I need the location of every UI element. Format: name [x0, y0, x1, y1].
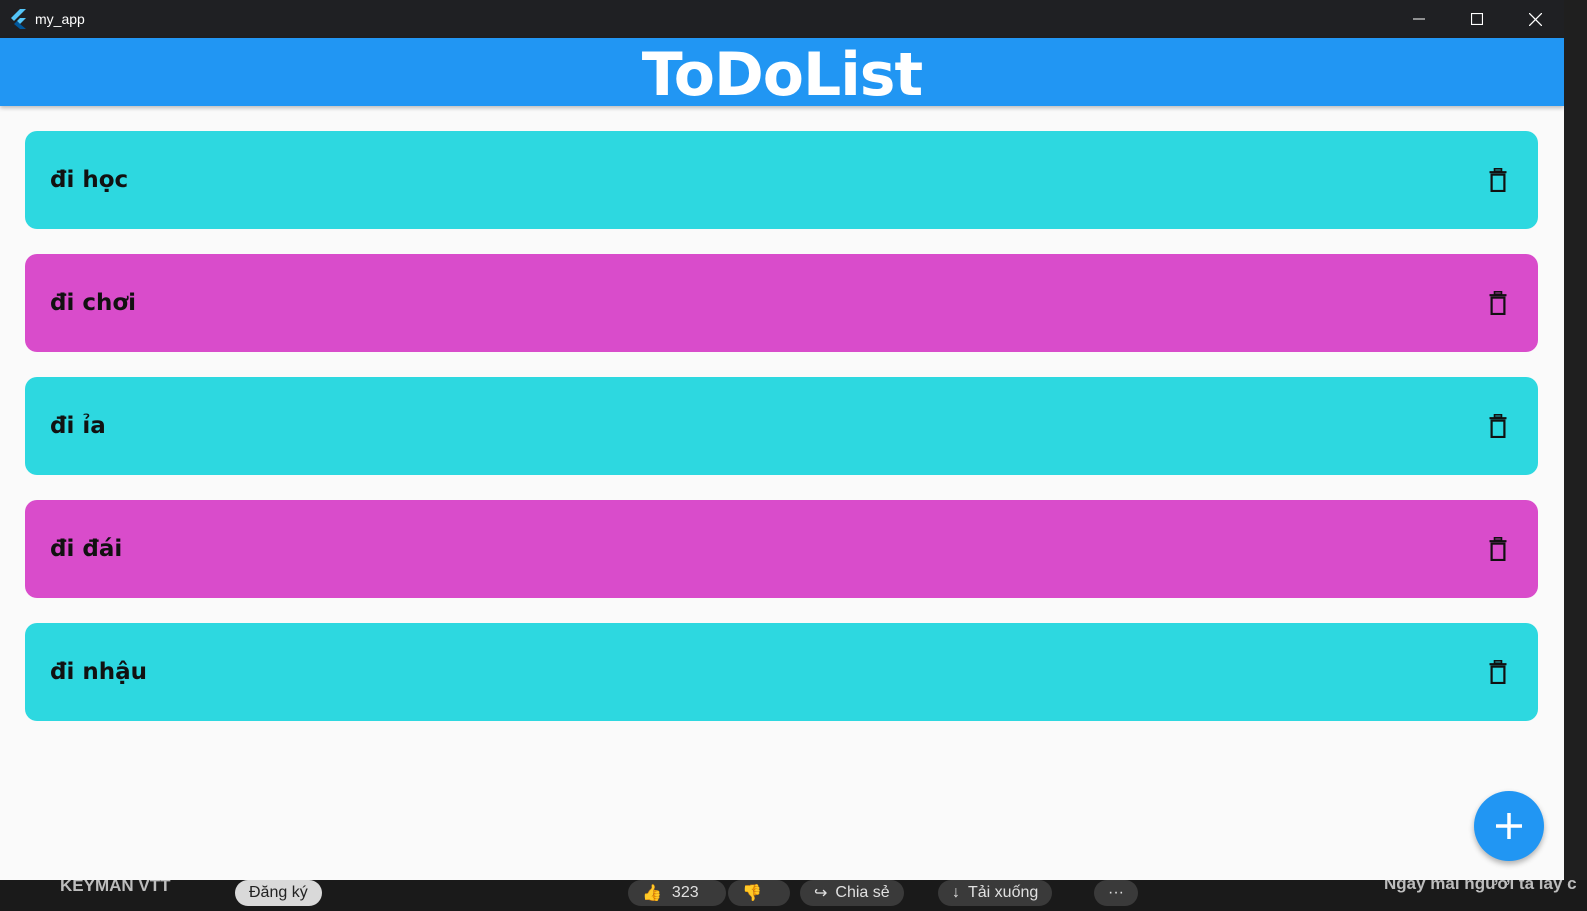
flutter-logo-icon: [9, 8, 31, 30]
add-todo-button[interactable]: [1474, 791, 1544, 861]
background-side-panel: [1564, 0, 1587, 911]
todo-item[interactable]: đi nhậu: [25, 623, 1538, 721]
window-titlebar: my_app: [0, 0, 1564, 38]
window-controls: [1390, 0, 1564, 38]
delete-todo-button[interactable]: [1486, 290, 1510, 316]
todo-text: đi nhậu: [50, 659, 147, 685]
delete-todo-button[interactable]: [1486, 167, 1510, 193]
plus-icon: [1496, 813, 1522, 839]
share-label: Chia sẻ: [835, 884, 890, 901]
close-button[interactable]: [1506, 0, 1564, 38]
maximize-icon: [1471, 13, 1483, 25]
todo-item[interactable]: đi đái: [25, 500, 1538, 598]
todo-text: đi học: [50, 167, 129, 193]
trash-icon: [1489, 414, 1507, 438]
maximize-button[interactable]: [1448, 0, 1506, 38]
subscribe-label: Đăng ký: [249, 884, 308, 901]
todo-item[interactable]: đi học: [25, 131, 1538, 229]
todo-item[interactable]: đi ỉa: [25, 377, 1538, 475]
like-button[interactable]: 👍 323: [628, 880, 726, 906]
minimize-button[interactable]: [1390, 0, 1448, 38]
window-title: my_app: [35, 11, 85, 27]
delete-todo-button[interactable]: [1486, 536, 1510, 562]
download-icon: ↓: [952, 884, 960, 901]
todo-text: đi chơi: [50, 290, 137, 316]
like-count: 323: [671, 884, 699, 901]
delete-todo-button[interactable]: [1486, 413, 1510, 439]
minimize-icon: [1413, 18, 1425, 20]
more-button[interactable]: ···: [1094, 880, 1138, 906]
download-button[interactable]: ↓ Tải xuống: [938, 880, 1053, 906]
trash-icon: [1489, 537, 1507, 561]
page-title: ToDoList: [641, 40, 923, 110]
todo-text: đi đái: [50, 536, 123, 562]
background-video-bar: KEYMAN VTT Đăng ký 👍 323 👎 ↪ Chia sẻ ↓ T…: [0, 874, 1587, 911]
dislike-button[interactable]: 👎: [728, 880, 790, 906]
trash-icon: [1489, 291, 1507, 315]
todo-list: đi học đi chơi đi ỉa đi đái đi nhậu: [25, 131, 1538, 746]
share-button[interactable]: ↪ Chia sẻ: [800, 880, 904, 906]
thumbs-down-icon: 👎: [742, 885, 762, 902]
trash-icon: [1489, 168, 1507, 192]
delete-todo-button[interactable]: [1486, 659, 1510, 685]
app-window: my_app ToDoList đi học đi chơi đi ỉa đi …: [0, 0, 1564, 880]
todo-text: đi ỉa: [50, 413, 106, 439]
share-icon: ↪: [814, 885, 828, 902]
download-label: Tải xuống: [968, 884, 1039, 901]
app-bar: ToDoList: [0, 38, 1564, 110]
more-label: ···: [1108, 884, 1124, 901]
todo-item[interactable]: đi chơi: [25, 254, 1538, 352]
close-icon: [1528, 12, 1542, 26]
subscribe-button[interactable]: Đăng ký: [235, 880, 322, 906]
trash-icon: [1489, 660, 1507, 684]
thumbs-up-icon: 👍: [642, 885, 662, 902]
